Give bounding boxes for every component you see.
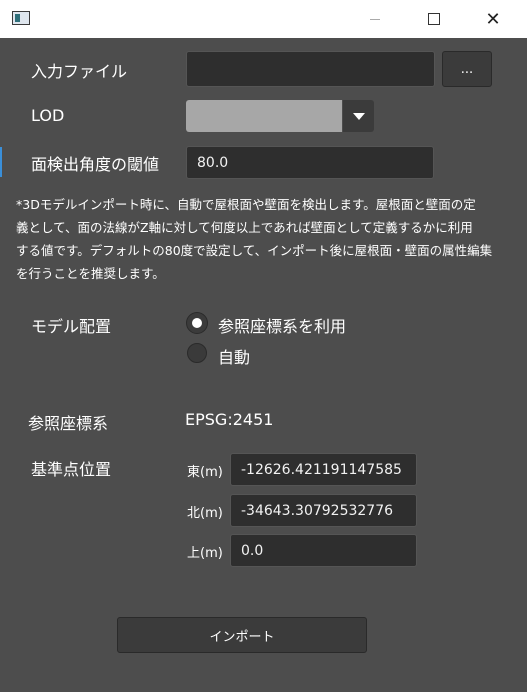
reference-crs-label: 参照座標系: [28, 414, 109, 433]
chevron-down-icon: [352, 112, 365, 120]
lod-dropdown[interactable]: [186, 100, 374, 132]
north-input[interactable]: -34643.30792532776: [230, 494, 417, 527]
reference-crs-value: EPSG:2451: [185, 410, 274, 429]
description-line: 義として、面の法線がZ軸に対して何度以上であれば壁面として定義するかに利用: [16, 220, 473, 235]
lod-label: LOD: [31, 106, 65, 125]
focus-indicator: [0, 147, 2, 177]
import-button[interactable]: インポート: [117, 617, 367, 653]
maximize-icon: [428, 13, 440, 25]
threshold-description: *3Dモデルインポート時に、自動で屋根面や壁面を検出します。屋根面と壁面の定 義…: [16, 193, 516, 285]
north-label: 北(m): [187, 506, 223, 521]
radio-auto[interactable]: [187, 343, 207, 363]
base-point-label: 基準点位置: [31, 460, 112, 479]
minimize-button[interactable]: [352, 0, 398, 38]
browse-button[interactable]: ...: [442, 51, 492, 87]
app-icon: [12, 11, 30, 25]
radio-auto-label[interactable]: 自動: [218, 344, 250, 368]
lod-dropdown-arrow[interactable]: [343, 100, 374, 132]
maximize-button[interactable]: [411, 0, 457, 38]
close-icon: ✕: [485, 8, 501, 30]
radio-reference-crs[interactable]: [187, 313, 207, 333]
east-label: 東(m): [187, 465, 223, 480]
threshold-label: 面検出角度の閾値: [31, 155, 160, 174]
up-label: 上(m): [187, 546, 223, 561]
input-file-label: 入力ファイル: [31, 62, 128, 81]
close-button[interactable]: ✕: [470, 0, 516, 38]
minimize-icon: [370, 18, 380, 20]
lod-dropdown-value[interactable]: [186, 100, 342, 132]
east-input[interactable]: -12626.421191147585: [230, 453, 417, 486]
title-bar: ✕: [0, 0, 527, 38]
up-input[interactable]: 0.0: [230, 534, 417, 567]
input-file-field[interactable]: [186, 51, 435, 87]
threshold-input[interactable]: 80.0: [186, 146, 434, 179]
radio-reference-crs-label[interactable]: 参照座標系を利用: [218, 313, 346, 337]
description-line: を行うことを推奨します。: [16, 266, 165, 281]
description-line: *3Dモデルインポート時に、自動で屋根面や壁面を検出します。屋根面と壁面の定: [16, 197, 476, 212]
description-line: する値です。デフォルトの80度で設定して、インポート後に屋根面・壁面の属性編集: [16, 243, 493, 258]
import-dialog: ✕ 入力ファイル ... LOD 面検出角度の閾値 80.0 *3Dモデルインポ…: [0, 0, 527, 692]
model-placement-label: モデル配置: [31, 317, 112, 336]
